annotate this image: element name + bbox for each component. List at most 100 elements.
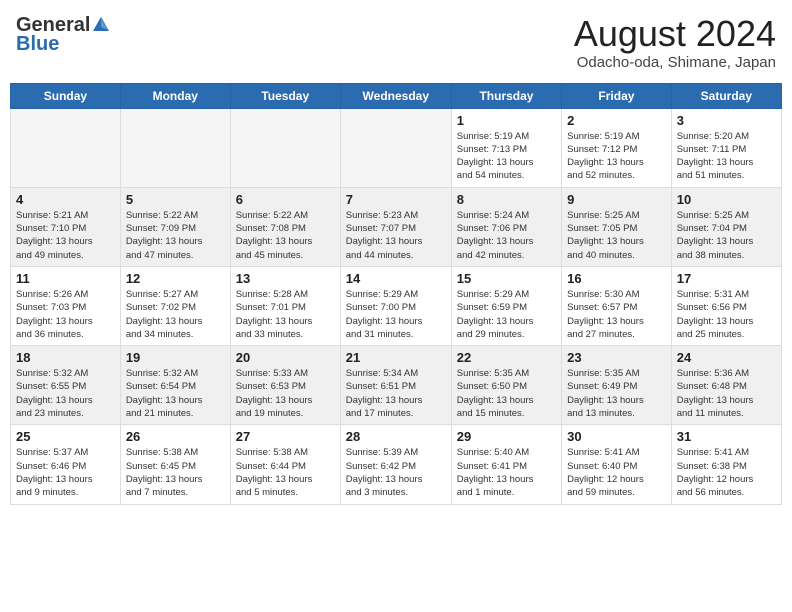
- calendar-cell: 25Sunrise: 5:37 AMSunset: 6:46 PMDayligh…: [11, 425, 121, 504]
- day-info: Sunrise: 5:24 AMSunset: 7:06 PMDaylight:…: [457, 209, 556, 262]
- page-header: General Blue August 2024 Odacho-oda, Shi…: [10, 10, 782, 75]
- calendar-week-row: 4 Sunrise: 5:21 AMSunset: 7:10 PMDaylight…: [11, 187, 782, 266]
- day-info: Sunrise: 5:22 AMSunset: 7:08 PMDaylight:…: [236, 209, 335, 262]
- day-info: Sunrise: 5:29 AMSunset: 7:00 PMDaylight:…: [346, 288, 446, 341]
- day-number: 31: [677, 429, 776, 444]
- day-info: Sunrise: 5:30 AMSunset: 6:57 PMDaylight:…: [567, 288, 666, 341]
- calendar-subtitle: Odacho-oda, Shimane, Japan: [574, 54, 776, 71]
- calendar-cell: 12Sunrise: 5:27 AMSunset: 7:02 PMDayligh…: [120, 266, 230, 345]
- day-info: Sunrise: 5:41 AMSunset: 6:38 PMDaylight:…: [677, 446, 776, 499]
- calendar-cell: 6 Sunrise: 5:22 AMSunset: 7:08 PMDaylight…: [230, 187, 340, 266]
- calendar-cell: 27 Sunrise: 5:38 AMSunset: 6:44 PMDayligh…: [230, 425, 340, 504]
- day-number: 23: [567, 350, 666, 365]
- calendar-cell: 13 Sunrise: 5:28 AMSunset: 7:01 PMDayligh…: [230, 266, 340, 345]
- calendar-week-row: 1Sunrise: 5:19 AMSunset: 7:13 PMDaylight…: [11, 108, 782, 187]
- day-info: Sunrise: 5:31 AMSunset: 6:56 PMDaylight:…: [677, 288, 776, 341]
- column-header-tuesday: Tuesday: [230, 83, 340, 108]
- day-number: 13: [236, 271, 335, 286]
- day-number: 19: [126, 350, 225, 365]
- calendar-cell: 11 Sunrise: 5:26 AMSunset: 7:03 PMDayligh…: [11, 266, 121, 345]
- day-number: 25: [16, 429, 115, 444]
- column-header-friday: Friday: [562, 83, 672, 108]
- calendar-cell: 7 Sunrise: 5:23 AMSunset: 7:07 PMDaylight…: [340, 187, 451, 266]
- day-info: Sunrise: 5:32 AMSunset: 6:54 PMDaylight:…: [126, 367, 225, 420]
- day-number: 6: [236, 192, 335, 207]
- day-number: 27: [236, 429, 335, 444]
- calendar-cell: 1Sunrise: 5:19 AMSunset: 7:13 PMDaylight…: [451, 108, 561, 187]
- calendar-cell: 21Sunrise: 5:34 AMSunset: 6:51 PMDayligh…: [340, 346, 451, 425]
- calendar-cell: 9 Sunrise: 5:25 AMSunset: 7:05 PMDaylight…: [562, 187, 672, 266]
- calendar-week-row: 25Sunrise: 5:37 AMSunset: 6:46 PMDayligh…: [11, 425, 782, 504]
- calendar-cell: 29Sunrise: 5:40 AMSunset: 6:41 PMDayligh…: [451, 425, 561, 504]
- day-number: 2: [567, 113, 666, 128]
- calendar-cell: [120, 108, 230, 187]
- calendar-cell: 20 Sunrise: 5:33 AMSunset: 6:53 PMDayligh…: [230, 346, 340, 425]
- calendar-header-row: SundayMondayTuesdayWednesdayThursdayFrid…: [11, 83, 782, 108]
- day-info: Sunrise: 5:21 AMSunset: 7:10 PMDaylight:…: [16, 209, 115, 262]
- day-number: 5: [126, 192, 225, 207]
- column-header-saturday: Saturday: [671, 83, 781, 108]
- calendar-week-row: 11 Sunrise: 5:26 AMSunset: 7:03 PMDayligh…: [11, 266, 782, 345]
- day-info: Sunrise: 5:35 AMSunset: 6:50 PMDaylight:…: [457, 367, 556, 420]
- logo: General Blue: [16, 14, 111, 56]
- day-number: 17: [677, 271, 776, 286]
- calendar-cell: 24 Sunrise: 5:36 AMSunset: 6:48 PMDayligh…: [671, 346, 781, 425]
- day-info: Sunrise: 5:39 AMSunset: 6:42 PMDaylight:…: [346, 446, 446, 499]
- logo-blue-text: Blue: [16, 33, 59, 56]
- calendar-cell: 26 Sunrise: 5:38 AMSunset: 6:45 PMDayligh…: [120, 425, 230, 504]
- day-number: 8: [457, 192, 556, 207]
- day-number: 26: [126, 429, 225, 444]
- day-number: 16: [567, 271, 666, 286]
- day-number: 4: [16, 192, 115, 207]
- column-header-monday: Monday: [120, 83, 230, 108]
- calendar-cell: 23 Sunrise: 5:35 AMSunset: 6:49 PMDayligh…: [562, 346, 672, 425]
- day-number: 15: [457, 271, 556, 286]
- day-number: 10: [677, 192, 776, 207]
- day-info: Sunrise: 5:23 AMSunset: 7:07 PMDaylight:…: [346, 209, 446, 262]
- column-header-sunday: Sunday: [11, 83, 121, 108]
- calendar-cell: 19 Sunrise: 5:32 AMSunset: 6:54 PMDayligh…: [120, 346, 230, 425]
- day-number: 14: [346, 271, 446, 286]
- calendar-cell: [11, 108, 121, 187]
- calendar-cell: 3Sunrise: 5:20 AMSunset: 7:11 PMDaylight…: [671, 108, 781, 187]
- calendar-cell: [230, 108, 340, 187]
- column-header-thursday: Thursday: [451, 83, 561, 108]
- calendar-cell: 18Sunrise: 5:32 AMSunset: 6:55 PMDayligh…: [11, 346, 121, 425]
- calendar-cell: 17 Sunrise: 5:31 AMSunset: 6:56 PMDayligh…: [671, 266, 781, 345]
- day-info: Sunrise: 5:20 AMSunset: 7:11 PMDaylight:…: [677, 130, 776, 183]
- column-header-wednesday: Wednesday: [340, 83, 451, 108]
- day-number: 20: [236, 350, 335, 365]
- day-info: Sunrise: 5:25 AMSunset: 7:05 PMDaylight:…: [567, 209, 666, 262]
- day-info: Sunrise: 5:38 AMSunset: 6:45 PMDaylight:…: [126, 446, 225, 499]
- calendar-cell: [340, 108, 451, 187]
- day-info: Sunrise: 5:33 AMSunset: 6:53 PMDaylight:…: [236, 367, 335, 420]
- day-number: 12: [126, 271, 225, 286]
- calendar-cell: 2Sunrise: 5:19 AMSunset: 7:12 PMDaylight…: [562, 108, 672, 187]
- day-number: 28: [346, 429, 446, 444]
- calendar-cell: 22Sunrise: 5:35 AMSunset: 6:50 PMDayligh…: [451, 346, 561, 425]
- day-info: Sunrise: 5:40 AMSunset: 6:41 PMDaylight:…: [457, 446, 556, 499]
- calendar-cell: 16 Sunrise: 5:30 AMSunset: 6:57 PMDayligh…: [562, 266, 672, 345]
- calendar-week-row: 18Sunrise: 5:32 AMSunset: 6:55 PMDayligh…: [11, 346, 782, 425]
- day-info: Sunrise: 5:36 AMSunset: 6:48 PMDaylight:…: [677, 367, 776, 420]
- calendar-cell: 5 Sunrise: 5:22 AMSunset: 7:09 PMDaylight…: [120, 187, 230, 266]
- day-number: 24: [677, 350, 776, 365]
- day-number: 11: [16, 271, 115, 286]
- calendar-title: August 2024: [574, 14, 776, 54]
- calendar-table: SundayMondayTuesdayWednesdayThursdayFrid…: [10, 83, 782, 505]
- day-info: Sunrise: 5:26 AMSunset: 7:03 PMDaylight:…: [16, 288, 115, 341]
- title-block: August 2024 Odacho-oda, Shimane, Japan: [574, 14, 776, 71]
- day-number: 9: [567, 192, 666, 207]
- day-info: Sunrise: 5:22 AMSunset: 7:09 PMDaylight:…: [126, 209, 225, 262]
- day-number: 7: [346, 192, 446, 207]
- day-info: Sunrise: 5:35 AMSunset: 6:49 PMDaylight:…: [567, 367, 666, 420]
- calendar-cell: 14 Sunrise: 5:29 AMSunset: 7:00 PMDayligh…: [340, 266, 451, 345]
- day-info: Sunrise: 5:41 AMSunset: 6:40 PMDaylight:…: [567, 446, 666, 499]
- day-info: Sunrise: 5:28 AMSunset: 7:01 PMDaylight:…: [236, 288, 335, 341]
- calendar-cell: 15 Sunrise: 5:29 AMSunset: 6:59 PMDayligh…: [451, 266, 561, 345]
- day-number: 1: [457, 113, 556, 128]
- day-info: Sunrise: 5:38 AMSunset: 6:44 PMDaylight:…: [236, 446, 335, 499]
- day-info: Sunrise: 5:29 AMSunset: 6:59 PMDaylight:…: [457, 288, 556, 341]
- logo-icon: [91, 15, 111, 35]
- day-number: 30: [567, 429, 666, 444]
